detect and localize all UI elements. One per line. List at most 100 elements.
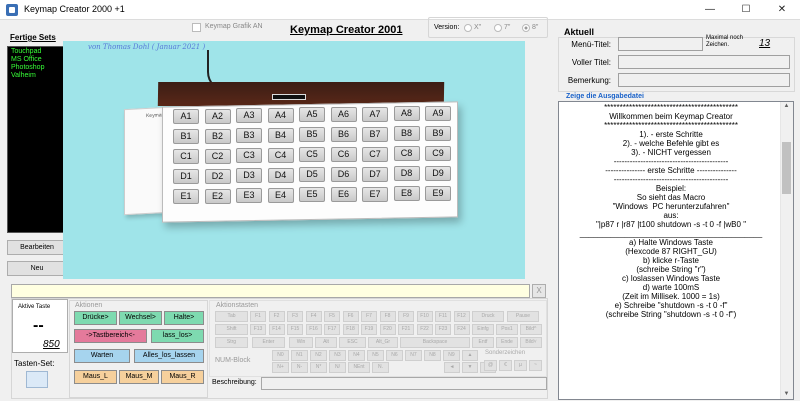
aktionstaste-key[interactable]: Pause [507,311,539,322]
aktionstaste-key[interactable]: F12 [453,311,470,322]
keymap-key[interactable]: C7 [362,146,388,162]
aktionstaste-key[interactable]: µ [514,360,527,371]
scroll-down-icon[interactable]: ▼ [782,391,791,397]
aktionstaste-key[interactable]: N6 [386,350,403,361]
keymap-key[interactable]: A8 [393,106,420,122]
aktionstaste-key[interactable]: F23 [435,324,451,335]
keymap-key[interactable]: B8 [393,126,420,142]
keymap-key[interactable]: A4 [267,107,294,123]
aktionstaste-key[interactable]: F8 [379,311,396,322]
keymap-key[interactable]: C3 [236,148,262,164]
maus-r-button[interactable]: Maus_R [161,370,204,384]
keymap-key[interactable]: D8 [393,166,420,182]
tastbereich-button[interactable]: ->Tastbereich<- [74,329,147,343]
aktionstaste-key[interactable]: Enter [252,337,285,348]
keymap-key[interactable]: E5 [299,187,325,203]
keymap-key[interactable]: E7 [362,186,388,202]
keymap-key[interactable]: A7 [362,106,388,122]
keymap-key[interactable]: A9 [425,105,451,121]
sets-list[interactable]: Touchpad MS Office Photoshop Valheim [7,46,67,233]
aktionstaste-key[interactable]: Win [289,337,313,348]
clear-button[interactable]: X [532,284,546,298]
keymap-key[interactable]: A5 [299,107,325,123]
aktionstaste-key[interactable]: ▼ [462,362,478,373]
aktionstaste-key[interactable]: F24 [453,324,470,335]
version-radio-x[interactable] [464,24,472,32]
aktionstaste-key[interactable]: N/ [329,362,346,373]
keymap-key[interactable]: D7 [362,166,388,182]
aktionstaste-key[interactable]: F21 [398,324,414,335]
lass-los-button[interactable]: lass_los> [151,329,204,343]
scroll-up-icon[interactable]: ▲ [782,103,791,109]
aktionstaste-key[interactable]: ▲ [462,350,478,361]
neu-button[interactable]: Neu [7,261,67,276]
keymap-key[interactable]: D6 [330,167,357,182]
aktionstaste-key[interactable]: N9 [443,350,460,361]
keymap-key[interactable]: E6 [330,187,357,202]
aktionstaste-key[interactable]: F17 [324,324,340,335]
aktionstaste-key[interactable]: F2 [268,311,285,322]
keymap-key[interactable]: D1 [173,169,199,184]
aktionstaste-key[interactable]: Bild^ [520,324,542,335]
keymap-key[interactable]: C9 [425,145,451,161]
aktionstaste-key[interactable]: F5 [324,311,340,322]
aktionstaste-key[interactable]: N4 [348,350,365,361]
aktionstaste-key[interactable]: Backspace [400,337,470,348]
aktionstaste-key[interactable]: Druck [472,311,504,322]
aktionstaste-key[interactable]: N7 [405,350,422,361]
aktionstaste-key[interactable]: ◄ [444,362,460,373]
bemerkung-input[interactable] [618,73,790,87]
keymap-key[interactable]: A1 [173,109,199,124]
keymap-key[interactable]: A6 [330,107,357,122]
keymap-key[interactable]: E1 [173,189,199,204]
aktionstaste-key[interactable]: N1 [291,350,308,361]
aktionstaste-key[interactable]: N3 [329,350,346,361]
keymap-key[interactable]: C4 [267,147,294,163]
keymap-key[interactable]: D3 [236,168,262,184]
aktionstaste-key[interactable]: F14 [268,324,285,335]
aktionstaste-key[interactable]: F7 [361,311,377,322]
keymap-key[interactable]: E9 [425,185,451,201]
keymap-key[interactable]: E8 [393,186,420,202]
scroll-thumb[interactable] [782,142,791,194]
keymap-key[interactable]: D5 [299,167,325,183]
aktionstaste-key[interactable]: Pos1 [496,324,518,335]
keymap-key[interactable]: E4 [267,187,294,203]
keymap-key[interactable]: B7 [362,126,388,142]
aktionstaste-key[interactable]: F22 [416,324,433,335]
set-item[interactable]: MS Office [11,56,63,64]
tasten-set-selector[interactable] [26,371,48,388]
aktionstaste-key[interactable]: F3 [287,311,303,322]
command-input[interactable] [11,284,530,298]
keymap-key[interactable]: B9 [425,125,451,141]
aktionstaste-key[interactable]: Strg [215,337,248,348]
aktionstaste-key[interactable]: F9 [398,311,414,322]
keymap-key[interactable]: B2 [204,128,231,144]
aktionstaste-key[interactable]: F4 [305,311,322,322]
aktionstaste-key[interactable]: Bild˅ [520,337,542,348]
aktionstaste-key[interactable]: F19 [361,324,377,335]
version-radio-7[interactable] [494,24,502,32]
maus-l-button[interactable]: Maus_L [74,370,117,384]
keymap-key[interactable]: B4 [267,127,294,143]
aktionstaste-key[interactable]: N. [372,362,389,373]
aktionstaste-key[interactable]: NEnt [348,362,370,373]
keymap-key[interactable]: B3 [236,128,262,144]
aktionstaste-key[interactable]: Tab [215,311,248,322]
maximize-button[interactable]: ☐ [728,0,764,20]
keymap-key[interactable]: A2 [204,108,231,124]
aktionstaste-key[interactable]: F13 [250,324,266,335]
warten-button[interactable]: Warten [74,349,130,363]
aktionstaste-key[interactable]: N* [310,362,327,373]
aktionstaste-key[interactable]: N5 [367,350,384,361]
keymap-key[interactable]: D2 [204,168,231,184]
aktionstaste-key[interactable]: Alt_Gr [368,337,398,348]
keymap-key[interactable]: B1 [173,129,199,144]
keymap-key[interactable]: C1 [173,149,199,164]
beschreibung-input[interactable] [261,377,547,390]
keymap-key[interactable]: C2 [204,148,231,164]
aktionstaste-key[interactable]: Alt [315,337,337,348]
aktionstaste-key[interactable]: N0 [272,350,289,361]
aktionstaste-key[interactable]: F18 [342,324,359,335]
keymap-key[interactable]: D4 [267,167,294,183]
